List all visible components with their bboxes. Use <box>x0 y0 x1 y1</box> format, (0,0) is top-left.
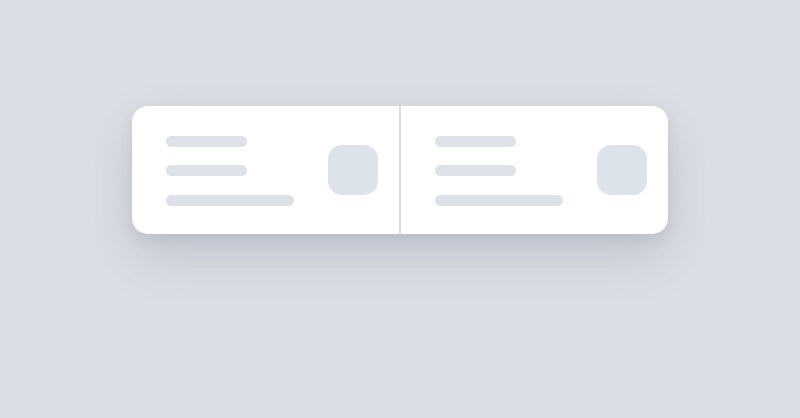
skeleton-title-line <box>435 136 516 147</box>
image-placeholder-icon <box>597 145 647 195</box>
image-placeholder-icon <box>328 145 378 195</box>
skeleton-description-line <box>166 195 294 206</box>
skeleton-title-line <box>166 136 247 147</box>
skeleton-subtitle-line <box>166 165 247 176</box>
skeleton-description-line <box>435 195 563 206</box>
skeleton-card <box>401 106 668 234</box>
skeleton-card <box>132 106 399 234</box>
skeleton-subtitle-line <box>435 165 516 176</box>
skeleton-card-group <box>132 106 668 234</box>
